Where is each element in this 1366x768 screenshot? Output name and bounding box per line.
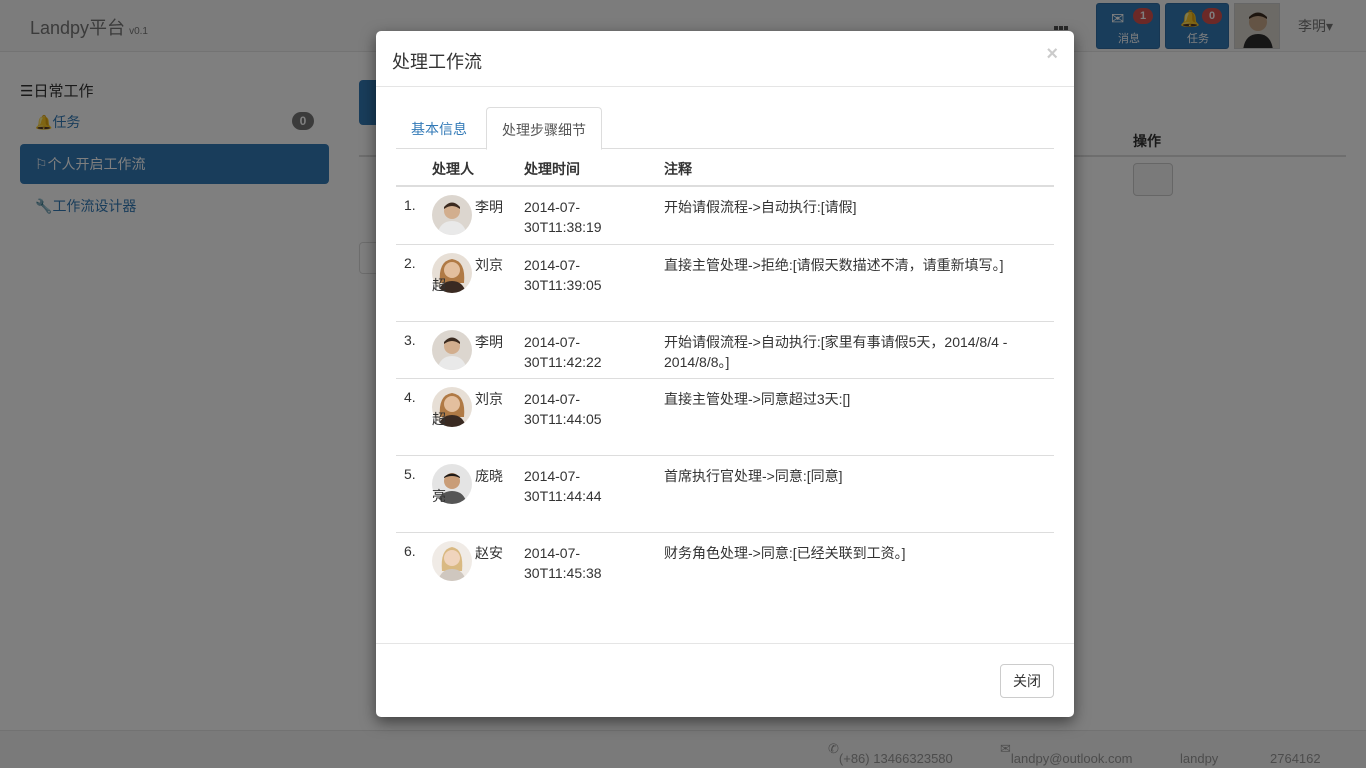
- table-row: 5. 庞晓亮 2014-07- 30T11:44:44 首席执行官处理->同意:[同意]: [396, 455, 1054, 532]
- row-index: 5.: [404, 466, 416, 482]
- step-note: 直接主管处理->同意超过3天:[]: [664, 391, 851, 407]
- workflow-modal: 处理工作流 × 基本信息 处理步骤细节 处理人 处理时间 注释 1. 李明 2014…: [376, 31, 1074, 717]
- handled-time: 2014-07- 30T11:39:05: [524, 257, 602, 293]
- modal-footer: 关闭: [376, 643, 1074, 717]
- tab-basic-info[interactable]: 基本信息: [396, 107, 482, 149]
- close-icon[interactable]: ×: [1046, 43, 1058, 66]
- table-row: 2. 刘京超 2014-07- 30T11:39:05 直接主管处理->拒绝:[请假天数…: [396, 244, 1054, 321]
- table-row: 4. 刘京超 2014-07- 30T11:44:05 直接主管处理->同意超过3天:[…: [396, 378, 1054, 455]
- table-header: 处理人 处理时间 注释: [396, 149, 1054, 187]
- step-note: 开始请假流程->自动执行:[家里有事请假5天，2014/8/4 - 2014/8…: [664, 334, 1008, 370]
- table-row: 6. 赵安 2014-07- 30T11:45:38 财务角色处理->同意:[已经关联到…: [396, 532, 1054, 589]
- col-note: 注释: [664, 161, 692, 177]
- handler-name: 李明: [475, 334, 503, 350]
- handler-name: 刘京超: [432, 391, 503, 427]
- handled-time: 2014-07- 30T11:44:05: [524, 391, 602, 427]
- modal-tabs: 基本信息 处理步骤细节: [396, 107, 1054, 150]
- handler-name: 李明: [475, 199, 503, 215]
- step-note: 直接主管处理->拒绝:[请假天数描述不清，请重新填写。]: [664, 257, 1004, 273]
- table-row: 1. 李明 2014-07- 30T11:38:19 开始请假流程->自动执行:[请假]: [396, 187, 1054, 244]
- handler-name: 庞晓亮: [432, 468, 503, 504]
- handler-name: 刘京超: [432, 257, 503, 293]
- row-index: 3.: [404, 332, 416, 348]
- table-row: 3. 李明 2014-07- 30T11:42:22 开始请假流程->自动执行:[家里有…: [396, 321, 1054, 378]
- handled-time: 2014-07- 30T11:45:38: [524, 545, 602, 581]
- step-note: 首席执行官处理->同意:[同意]: [664, 468, 843, 484]
- close-button[interactable]: 关闭: [1000, 664, 1054, 698]
- row-index: 1.: [404, 197, 416, 213]
- modal-header: 处理工作流 ×: [376, 31, 1074, 87]
- tab-step-details[interactable]: 处理步骤细节: [486, 107, 602, 150]
- col-handler: 处理人: [432, 161, 474, 177]
- handled-time: 2014-07- 30T11:42:22: [524, 334, 602, 370]
- handled-time: 2014-07- 30T11:44:44: [524, 468, 602, 504]
- row-index: 6.: [404, 543, 416, 559]
- step-note: 财务角色处理->同意:[已经关联到工资。]: [664, 545, 906, 561]
- handler-name: 赵安: [475, 545, 503, 561]
- handled-time: 2014-07- 30T11:38:19: [524, 199, 602, 235]
- steps-table: 处理人 处理时间 注释 1. 李明 2014-07- 30T11:38:19 开始请假流…: [396, 149, 1054, 589]
- row-index: 4.: [404, 389, 416, 405]
- step-note: 开始请假流程->自动执行:[请假]: [664, 199, 857, 215]
- modal-title: 处理工作流: [392, 52, 482, 72]
- col-time: 处理时间: [524, 161, 580, 177]
- row-index: 2.: [404, 255, 416, 271]
